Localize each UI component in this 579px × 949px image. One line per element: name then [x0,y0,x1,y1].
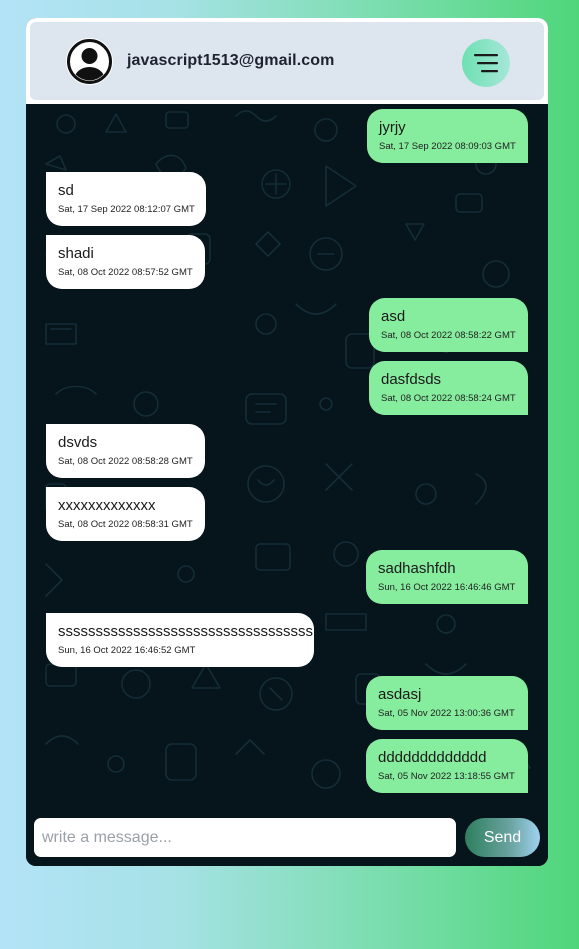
message-text: jyrjy [379,119,406,136]
hamburger-menu-icon[interactable] [462,39,510,87]
message-text: dsvds [58,434,98,451]
message-timestamp: Sat, 05 Nov 2022 13:18:55 GMT [378,771,515,782]
message-text: sadhashfdh [378,560,456,577]
message-timestamp: Sun, 16 Oct 2022 16:46:52 GMT [58,645,196,656]
user-avatar-icon[interactable] [66,38,113,85]
send-button[interactable]: Send [465,818,540,857]
avatar-svg [67,39,112,84]
message-bubble-outgoing: ddddddddddddd Sat, 05 Nov 2022 13:18:55 … [366,739,528,793]
message-timestamp: Sat, 08 Oct 2022 08:58:31 GMT [58,519,193,530]
message-bubble-outgoing: asdasj Sat, 05 Nov 2022 13:00:36 GMT [366,676,528,730]
message-bubble-outgoing: dasfdsds Sat, 08 Oct 2022 08:58:24 GMT [369,361,528,415]
message-bubble-outgoing: asd Sat, 08 Oct 2022 08:58:22 GMT [369,298,528,352]
message-text: shadi [58,245,94,262]
message-timestamp: Sat, 08 Oct 2022 08:58:22 GMT [381,330,516,341]
message-input[interactable] [34,818,456,857]
message-text: ddddddddddddd [378,749,487,766]
message-timestamp: Sat, 17 Sep 2022 08:12:07 GMT [58,204,195,215]
chat-header-inner: javascript1513@gmail.com [30,22,544,100]
message-timestamp: Sat, 17 Sep 2022 08:09:03 GMT [379,141,516,152]
message-bubble-incoming: xxxxxxxxxxxxx Sat, 08 Oct 2022 08:58:31 … [46,487,205,541]
message-bubble-outgoing: jyrjy Sat, 17 Sep 2022 08:09:03 GMT [367,109,528,163]
message-timestamp: Sun, 16 Oct 2022 16:46:46 GMT [378,582,516,593]
message-timestamp: Sat, 08 Oct 2022 08:57:52 GMT [58,267,193,278]
chat-header: javascript1513@gmail.com [26,18,548,104]
message-bubble-outgoing: sadhashfdh Sun, 16 Oct 2022 16:46:46 GMT [366,550,528,604]
message-bubble-incoming: shadi Sat, 08 Oct 2022 08:57:52 GMT [46,235,205,289]
message-text: asdasj [378,686,422,703]
user-email: javascript1513@gmail.com [127,52,335,69]
message-bubble-incoming: dsvds Sat, 08 Oct 2022 08:58:28 GMT [46,424,205,478]
message-timestamp: Sat, 05 Nov 2022 13:00:36 GMT [378,708,515,719]
message-timestamp: Sat, 08 Oct 2022 08:58:28 GMT [58,456,193,467]
menu-lines [474,54,498,73]
message-timestamp: Sat, 08 Oct 2022 08:58:24 GMT [381,393,516,404]
message-text: asd [381,308,406,325]
message-composer: Send [26,809,548,866]
message-text: dasfdsds [381,371,442,388]
message-text: sd [58,182,74,199]
message-text: xxxxxxxxxxxxx [58,497,156,514]
message-text: ssssssssssssssssssssssssssssssssss [58,623,313,640]
message-bubble-incoming: sd Sat, 17 Sep 2022 08:12:07 GMT [46,172,206,226]
chat-window: javascript1513@gmail.com jyrjy Sat, 17 S… [26,18,548,866]
message-bubble-incoming: ssssssssssssssssssssssssssssssssss Sun, … [46,613,314,667]
message-list[interactable]: jyrjy Sat, 17 Sep 2022 08:09:03 GMT sd S… [26,104,548,809]
